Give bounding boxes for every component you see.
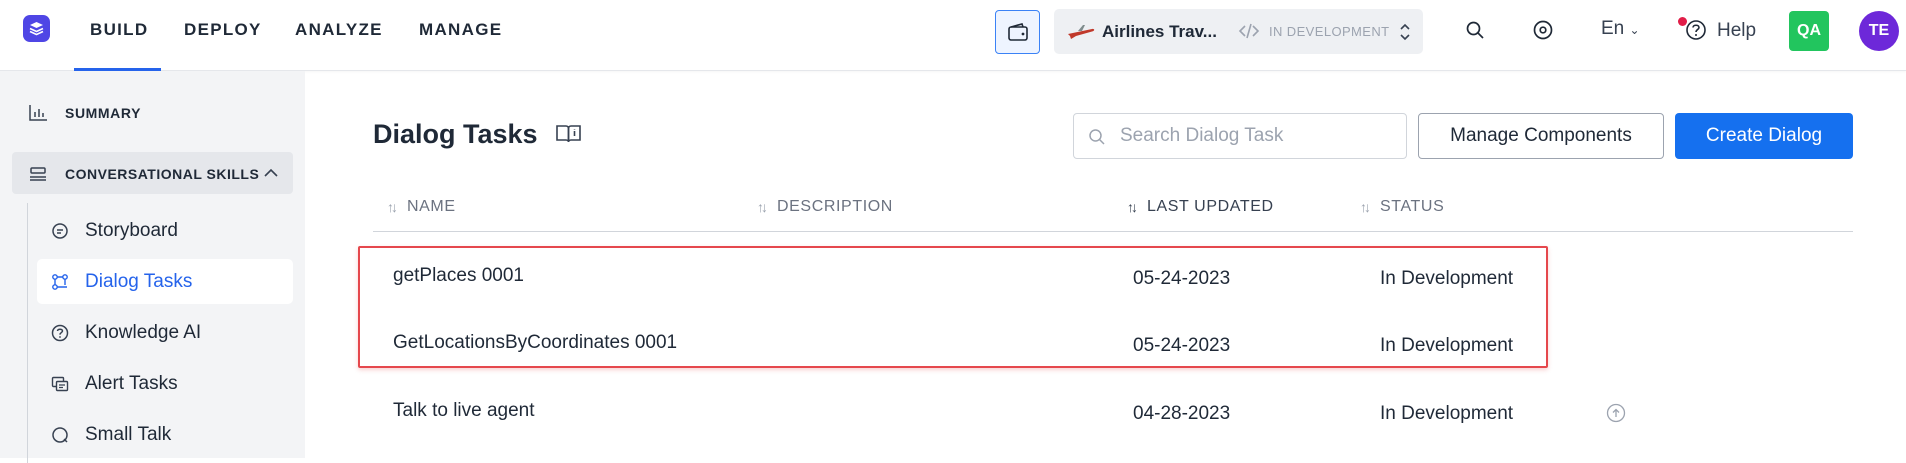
chevron-down-icon: ⌄ <box>1629 23 1640 37</box>
storyboard-icon <box>50 221 70 241</box>
chevron-up-icon <box>264 168 278 177</box>
publish-icon[interactable] <box>1606 403 1626 423</box>
column-header-name[interactable]: ↑↓ NAME <box>387 198 456 216</box>
sort-icon: ↑↓ <box>387 199 398 215</box>
nav-build[interactable]: BUILD <box>90 20 148 40</box>
help-circle-icon <box>50 323 70 343</box>
highlight-annotation-box <box>358 246 1548 368</box>
language-label: En <box>1601 18 1625 39</box>
wallet-icon <box>1007 23 1028 41</box>
help-link[interactable]: Help <box>1717 20 1756 42</box>
manage-components-button[interactable]: Manage Components <box>1418 113 1664 159</box>
column-header-last-updated[interactable]: ↑↓ LAST UPDATED <box>1127 198 1274 216</box>
wallet-button[interactable] <box>995 10 1040 54</box>
app-name: Airlines Trav... <box>1102 22 1217 41</box>
app-logo-icon[interactable] <box>23 15 50 42</box>
sidebar: SUMMARY CONVERSATIONAL SKILLS Storyboard… <box>0 71 305 463</box>
column-header-status[interactable]: ↑↓ STATUS <box>1360 198 1444 216</box>
language-selector[interactable]: En ⌄ <box>1601 18 1640 40</box>
sidebar-item-storyboard[interactable]: Storyboard <box>37 208 293 253</box>
book-icon[interactable] <box>555 123 582 145</box>
help-icon[interactable] <box>1683 17 1709 43</box>
skills-icon <box>30 167 46 181</box>
environment-label: IN DEVELOPMENT <box>1269 24 1390 39</box>
sidebar-item-small-talk[interactable]: Small Talk <box>37 412 293 457</box>
sidebar-item-label: Dialog Tasks <box>85 270 193 292</box>
sidebar-item-label: Storyboard <box>85 219 178 241</box>
sort-ascending-icon: ↑↓ <box>1127 199 1138 215</box>
column-header-label: DESCRIPTION <box>777 198 893 215</box>
column-header-description[interactable]: ↑↓ DESCRIPTION <box>757 198 893 216</box>
sidebar-section-label: CONVERSATIONAL SKILLS <box>65 166 260 182</box>
top-navigation-bar: BUILD DEPLOY ANALYZE MANAGE Airlines Tra… <box>0 0 1906 71</box>
sidebar-item-label: Knowledge AI <box>85 321 202 343</box>
table-header-divider <box>373 231 1853 232</box>
chat-bubble-icon <box>50 425 70 445</box>
search-input[interactable] <box>1120 114 1400 158</box>
bar-chart-icon <box>29 105 47 121</box>
chevron-updown-icon <box>1400 23 1410 41</box>
page-title: Dialog Tasks <box>373 119 538 149</box>
sidebar-summary-label: SUMMARY <box>65 105 142 121</box>
search-dialog-task[interactable] <box>1073 113 1407 159</box>
search-icon[interactable] <box>1462 17 1488 43</box>
sidebar-item-label: Small Talk <box>85 423 172 445</box>
dialog-tasks-icon <box>50 272 70 292</box>
nav-analyze[interactable]: ANALYZE <box>295 20 383 40</box>
avatar-qa[interactable]: QA <box>1789 11 1829 51</box>
column-header-label: STATUS <box>1380 198 1445 215</box>
airplane-icon <box>1068 25 1095 39</box>
alert-tasks-icon <box>50 374 70 394</box>
sidebar-item-summary[interactable]: SUMMARY <box>28 104 141 122</box>
row-name[interactable]: Talk to live agent <box>393 400 535 422</box>
code-icon <box>1238 23 1260 39</box>
sidebar-item-alert-tasks[interactable]: Alert Tasks <box>37 361 293 406</box>
nav-manage[interactable]: MANAGE <box>419 20 502 40</box>
row-status: In Development <box>1380 403 1514 424</box>
column-header-label: NAME <box>407 198 456 215</box>
app-switcher[interactable]: Airlines Trav... IN DEVELOPMENT <box>1054 9 1423 54</box>
nav-deploy[interactable]: DEPLOY <box>184 20 262 40</box>
search-icon <box>1089 129 1105 145</box>
avatar-user[interactable]: TE <box>1859 11 1899 51</box>
create-dialog-button[interactable]: Create Dialog <box>1675 113 1853 159</box>
sidebar-tree-line <box>27 203 28 463</box>
sidebar-item-label: Alert Tasks <box>85 372 178 394</box>
target-icon[interactable] <box>1530 17 1556 43</box>
column-header-label: LAST UPDATED <box>1147 198 1274 215</box>
sidebar-item-dialog-tasks[interactable]: Dialog Tasks <box>37 259 293 304</box>
row-last-updated: 04-28-2023 <box>1133 403 1231 424</box>
sidebar-item-knowledge-ai[interactable]: Knowledge AI <box>37 310 293 355</box>
sort-icon: ↑↓ <box>1360 199 1371 215</box>
sidebar-section-conversational-skills[interactable]: CONVERSATIONAL SKILLS <box>12 152 293 194</box>
sort-icon: ↑↓ <box>757 199 768 215</box>
